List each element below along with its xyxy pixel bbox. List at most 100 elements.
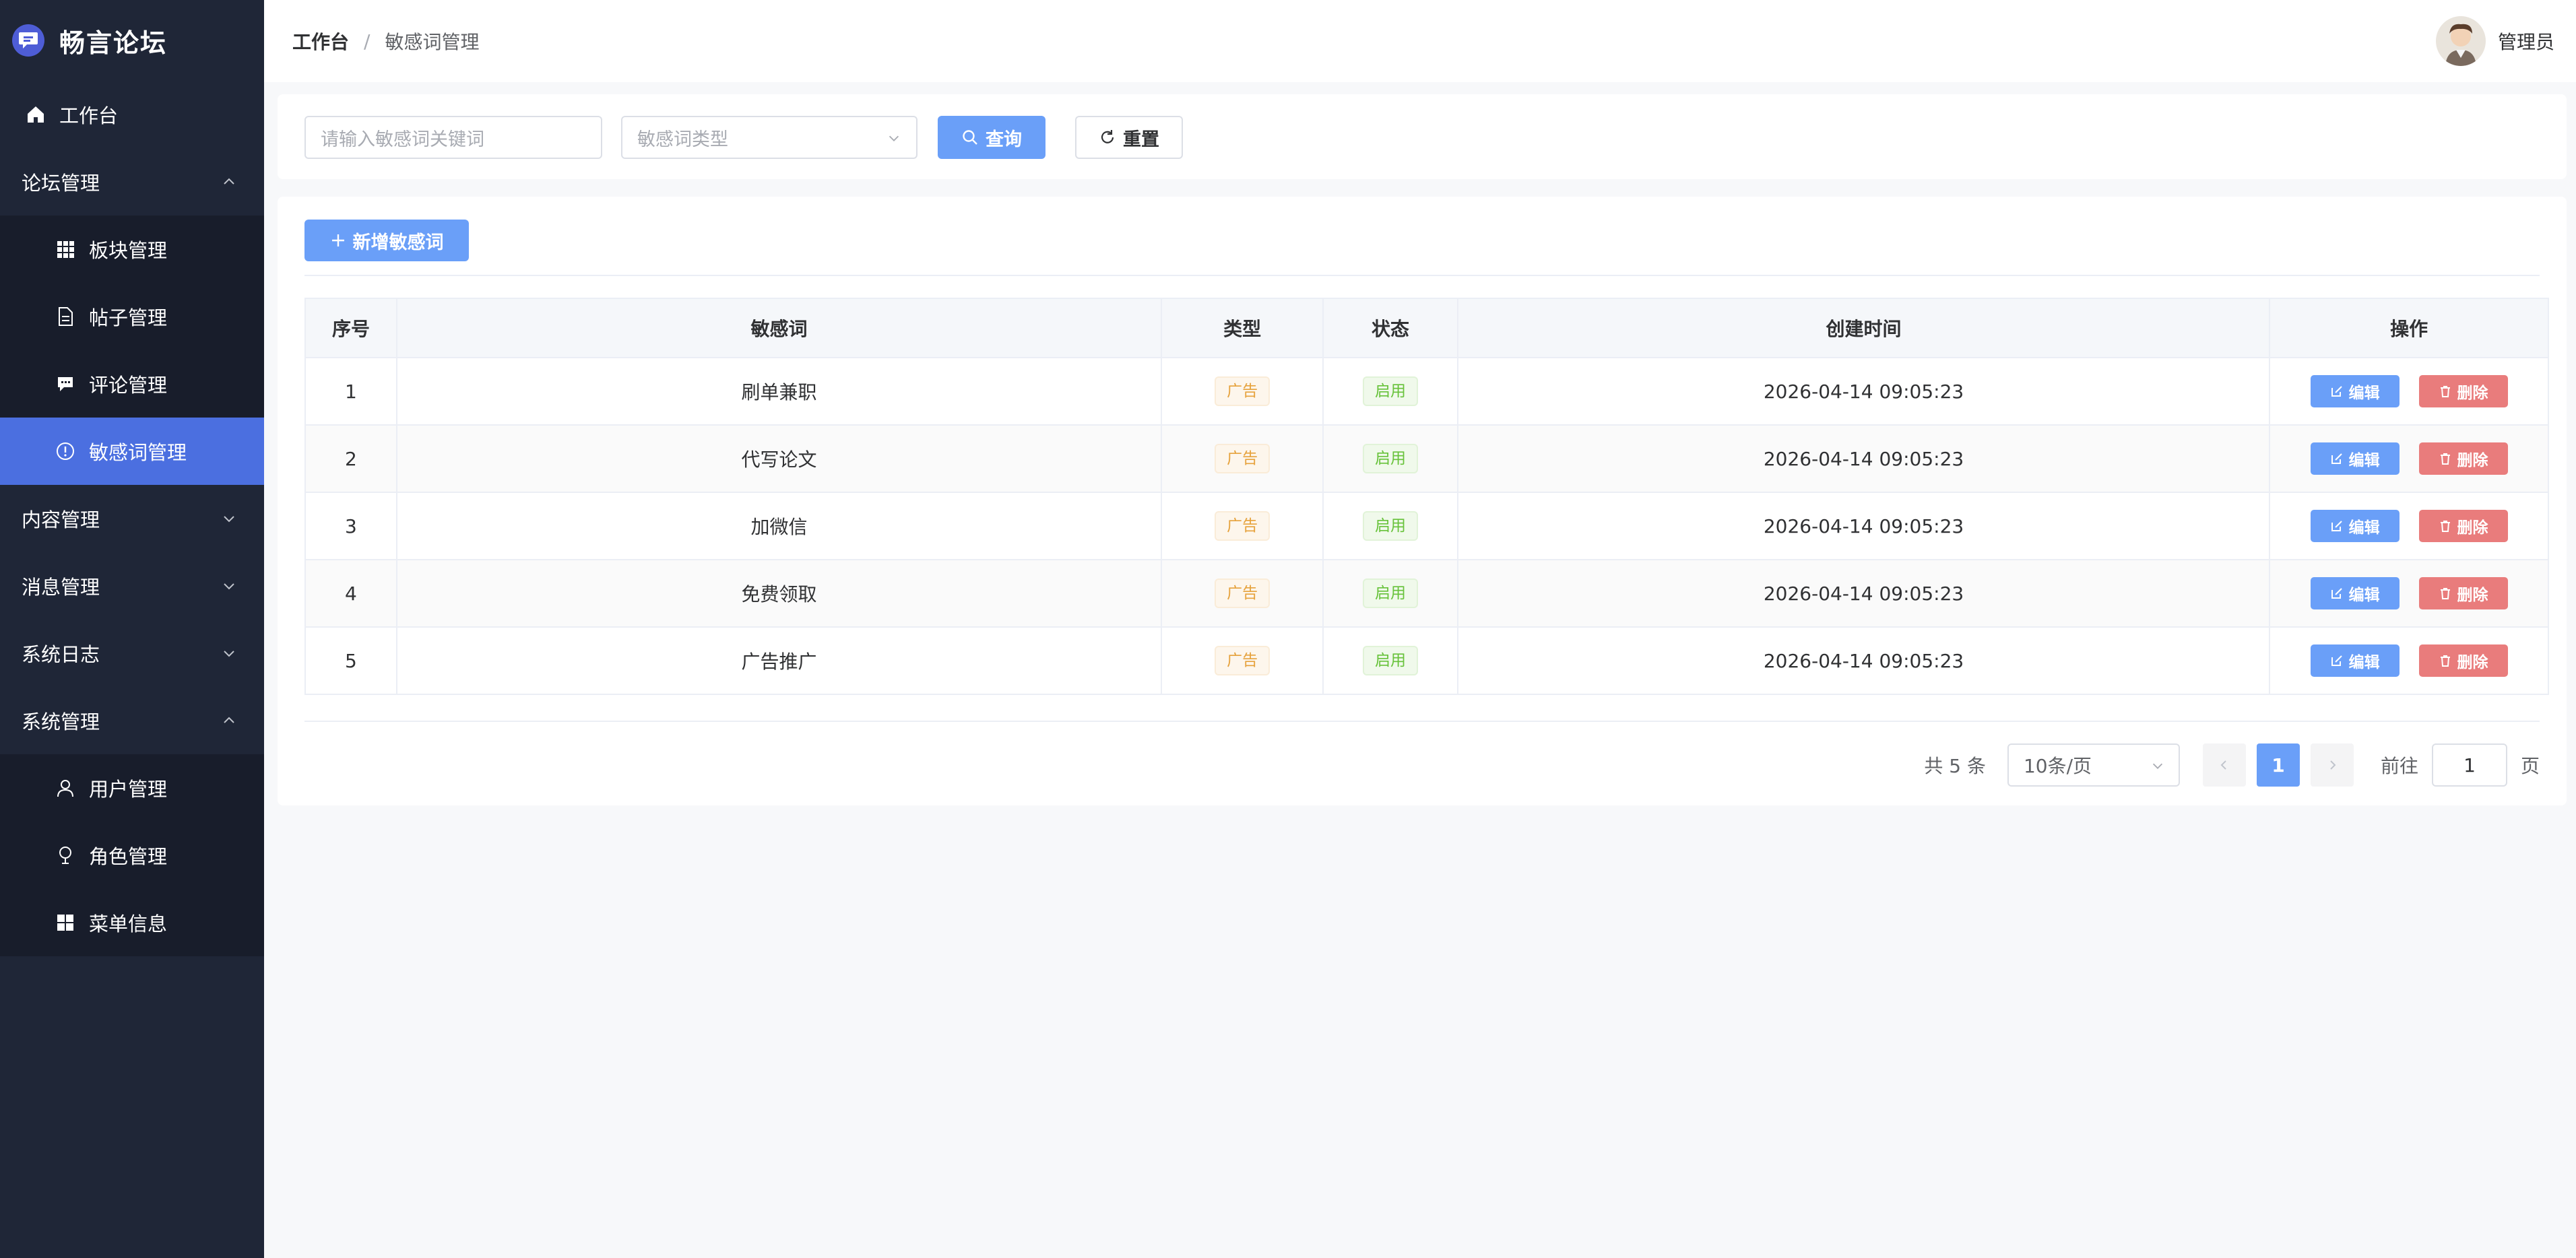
- table-row: 3 加微信 广告 启用 2026-04-14 09:05:23 编辑 删除: [304, 492, 2549, 560]
- menu-grid-icon: [54, 911, 77, 934]
- menu-group-label: 论坛管理: [22, 172, 100, 195]
- menu-label: 评论管理: [89, 374, 168, 397]
- menu-group-content[interactable]: 内容管理: [0, 485, 264, 552]
- sidebar-item-sections[interactable]: 板块管理: [0, 216, 264, 283]
- delete-button[interactable]: 删除: [2418, 442, 2508, 475]
- search-panel: 请输入敏感词关键词 敏感词类型 查询 重置: [278, 94, 2567, 179]
- row-index: 4: [304, 559, 397, 628]
- edit-button[interactable]: 编辑: [2310, 375, 2400, 407]
- home-icon: [24, 103, 47, 126]
- breadcrumb-current: 敏感词管理: [385, 31, 480, 53]
- menu-group-system[interactable]: 系统管理: [0, 687, 264, 754]
- type-tag: 广告: [1215, 376, 1270, 406]
- edit-label: 编辑: [2348, 587, 2380, 604]
- chevron-down-icon: [224, 516, 234, 523]
- delete-label: 删除: [2457, 452, 2488, 469]
- sidebar: 畅言论坛 工作台 论坛管理 板块管理 帖子管理 评论管理 敏感词管理 内容管理 …: [0, 0, 264, 1258]
- edit-label: 编辑: [2348, 452, 2380, 469]
- goto-page-input[interactable]: 1: [2431, 743, 2507, 787]
- breadcrumb-home[interactable]: 工作台: [292, 28, 349, 55]
- edit-button[interactable]: 编辑: [2310, 442, 2400, 475]
- keyword-search-input[interactable]: 请输入敏感词关键词: [304, 116, 602, 159]
- sidebar-item-users[interactable]: 用户管理: [0, 754, 264, 822]
- plus-icon: [331, 234, 344, 246]
- query-button[interactable]: 查询: [938, 116, 1045, 159]
- add-sensitive-word-button[interactable]: 新增敏感词: [304, 220, 469, 261]
- delete-button[interactable]: 删除: [2418, 375, 2508, 407]
- edit-button[interactable]: 编辑: [2310, 644, 2400, 677]
- next-page-button[interactable]: [2310, 743, 2354, 787]
- status-tag: 启用: [1362, 511, 1418, 541]
- app-logo[interactable]: 畅言论坛: [0, 0, 264, 81]
- edit-icon: [2331, 521, 2342, 531]
- delete-button[interactable]: 删除: [2418, 510, 2508, 542]
- column-header: 敏感词: [395, 298, 1163, 358]
- menu-label: 工作台: [59, 104, 119, 127]
- menu-group-messages[interactable]: 消息管理: [0, 552, 264, 620]
- user-menu[interactable]: 管理员: [2435, 16, 2554, 66]
- table-row: 5 广告推广 广告 启用 2026-04-14 09:05:23 编辑 删除: [304, 626, 2549, 695]
- menu-item-dashboard[interactable]: 工作台: [0, 81, 264, 148]
- menu-group-forum[interactable]: 论坛管理: [0, 148, 264, 216]
- chevron-left-icon: [2220, 760, 2226, 770]
- menu-label: 敏感词管理: [89, 441, 187, 464]
- menu-group-label: 内容管理: [22, 508, 100, 531]
- bulb-icon: [54, 844, 77, 867]
- sidebar-item-posts[interactable]: 帖子管理: [0, 283, 264, 350]
- column-header: 状态: [1322, 298, 1458, 358]
- delete-button[interactable]: 删除: [2418, 577, 2508, 609]
- column-header: 操作: [2269, 298, 2549, 358]
- row-created: 2026-04-14 09:05:23: [1456, 626, 2271, 695]
- pagination: 共 5 条 10条/页 1 前往 1 页: [1924, 743, 2540, 787]
- status-tag: 启用: [1362, 646, 1418, 675]
- type-select[interactable]: 敏感词类型: [621, 116, 917, 159]
- page-size-value: 10条/页: [2023, 755, 2092, 777]
- row-word: 刷单兼职: [395, 357, 1163, 426]
- type-tag: 广告: [1215, 444, 1270, 473]
- delete-button[interactable]: 删除: [2418, 644, 2508, 677]
- chevron-up-icon: [224, 717, 234, 723]
- menu-label: 角色管理: [89, 845, 168, 868]
- sidebar-item-menus[interactable]: 菜单信息: [0, 889, 264, 956]
- delete-label: 删除: [2457, 654, 2488, 671]
- chat-logo-icon: [12, 24, 44, 57]
- type-tag: 广告: [1215, 511, 1270, 541]
- reset-button[interactable]: 重置: [1075, 116, 1183, 159]
- edit-label: 编辑: [2348, 654, 2380, 671]
- trash-icon: [2440, 453, 2450, 465]
- row-created: 2026-04-14 09:05:23: [1456, 559, 2271, 628]
- edit-icon: [2331, 655, 2342, 666]
- chevron-down-icon: [224, 651, 234, 657]
- table-header-row: 序号 敏感词 类型 状态 创建时间 操作: [304, 298, 2549, 358]
- table-row: 1 刷单兼职 广告 启用 2026-04-14 09:05:23 编辑 删除: [304, 357, 2549, 426]
- edit-button[interactable]: 编辑: [2310, 510, 2400, 542]
- edit-label: 编辑: [2348, 385, 2380, 402]
- avatar[interactable]: [2435, 16, 2486, 66]
- chevron-down-icon: [889, 135, 899, 141]
- sidebar-item-sensitive-words[interactable]: 敏感词管理: [0, 418, 264, 485]
- edit-button[interactable]: 编辑: [2310, 577, 2400, 609]
- edit-icon: [2331, 386, 2342, 397]
- row-index: 3: [304, 492, 397, 560]
- app-title: 畅言论坛: [59, 28, 168, 58]
- page-number-button[interactable]: 1: [2256, 743, 2300, 787]
- warning-circle-icon: [54, 440, 77, 463]
- goto-label: 前往: [2380, 755, 2418, 777]
- status-tag: 启用: [1362, 376, 1418, 406]
- sidebar-item-roles[interactable]: 角色管理: [0, 822, 264, 889]
- page-size-select[interactable]: 10条/页: [2007, 743, 2180, 787]
- menu-label: 用户管理: [89, 778, 168, 801]
- menu-group-logs[interactable]: 系统日志: [0, 620, 264, 687]
- prev-page-button[interactable]: [2202, 743, 2246, 787]
- edit-label: 编辑: [2348, 519, 2380, 537]
- row-word: 免费领取: [395, 559, 1163, 628]
- chevron-down-icon: [224, 583, 234, 590]
- document-icon: [54, 305, 77, 328]
- type-tag: 广告: [1215, 646, 1270, 675]
- trash-icon: [2440, 386, 2450, 397]
- row-created: 2026-04-14 09:05:23: [1456, 492, 2271, 560]
- menu-label: 板块管理: [89, 239, 168, 262]
- menu-group-label: 系统日志: [22, 643, 100, 666]
- sidebar-item-comments[interactable]: 评论管理: [0, 350, 264, 418]
- status-tag: 启用: [1362, 444, 1418, 473]
